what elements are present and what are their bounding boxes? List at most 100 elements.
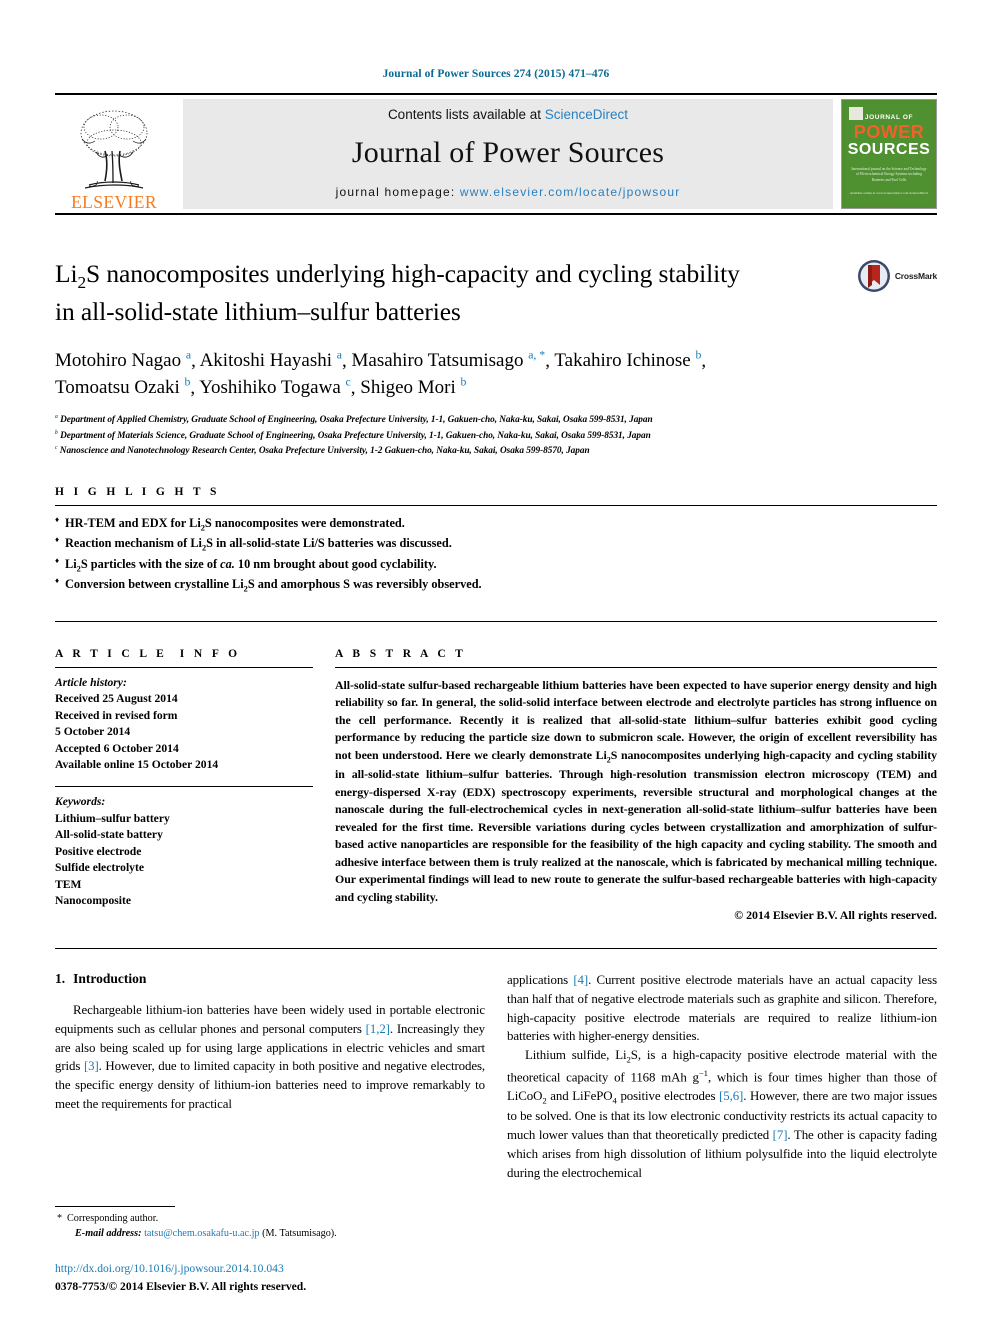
author-name: Tomoatsu Ozaki b bbox=[55, 376, 191, 399]
abstract-column: A B S T R A C T All-solid-state sulfur-b… bbox=[335, 648, 937, 923]
affiliation-item: c Nanoscience and Nanotechnology Researc… bbox=[55, 444, 937, 459]
cover-sources-text: SOURCES bbox=[847, 141, 931, 158]
doi-block: http://dx.doi.org/10.1016/j.jpowsour.201… bbox=[55, 1260, 475, 1295]
highlights-bottom-rule bbox=[55, 620, 937, 622]
author-list: Motohiro Nagao a, Akitoshi Hayashi a, Ma… bbox=[55, 348, 707, 399]
highlight-item: Li2S particles with the size of ca. 10 n… bbox=[55, 555, 937, 575]
author-name: Shigeo Mori b bbox=[360, 376, 467, 399]
corresponding-author-text: Corresponding author. bbox=[67, 1212, 159, 1224]
citation-ref[interactable]: [4] bbox=[573, 973, 588, 987]
journal-cover-thumbnail: JOURNAL OF POWER SOURCES International j… bbox=[841, 99, 937, 209]
keywords-label: Keywords: bbox=[55, 795, 106, 809]
elsevier-tree-icon bbox=[80, 110, 148, 189]
article-history-label: Article history: bbox=[55, 675, 127, 689]
email-label: E-mail address: bbox=[75, 1227, 142, 1239]
contents-prefix: Contents lists available at bbox=[387, 107, 545, 122]
affiliation-mark: c bbox=[55, 444, 58, 451]
history-item: Received 25 August 2014 bbox=[55, 692, 178, 706]
section-title: Introduction bbox=[73, 971, 147, 986]
author-name: Motohiro Nagao a bbox=[55, 348, 192, 372]
affiliation-item: b Department of Materials Science, Gradu… bbox=[55, 429, 937, 444]
abstract-text: All-solid-state sulfur-based rechargeabl… bbox=[335, 677, 937, 904]
history-item: 5 October 2014 bbox=[55, 725, 131, 739]
email-note: E-mail address: tatsu@chem.osakafu-u.ac.… bbox=[55, 1226, 475, 1241]
footnote-rule bbox=[55, 1205, 175, 1207]
cover-art: JOURNAL OF POWER SOURCES International j… bbox=[846, 104, 932, 204]
keyword-item: Sulfide electrolyte bbox=[55, 861, 144, 875]
highlight-item: Reaction mechanism of Li2S in all-solid-… bbox=[55, 534, 937, 554]
highlights-section: H I G H L I G H T S HR-TEM and EDX for L… bbox=[55, 486, 937, 596]
elsevier-wordmark: ELSEVIER bbox=[71, 191, 157, 212]
author-name: Masahiro Tatsumisago a, * bbox=[351, 348, 546, 372]
cover-journal-of-text: JOURNAL OF bbox=[864, 114, 914, 121]
highlights-label: H I G H L I G H T S bbox=[55, 485, 220, 498]
journal-masthead: ELSEVIER Contents lists available at Sci… bbox=[55, 95, 937, 213]
intro-paragraph-1-right: applications [4]. Current positive elect… bbox=[507, 973, 937, 1044]
affiliation-mark: a bbox=[55, 414, 58, 421]
affiliation-item: a Department of Applied Chemistry, Gradu… bbox=[55, 413, 937, 428]
citation-ref[interactable]: [5,6] bbox=[719, 1089, 743, 1103]
journal-title-box: Contents lists available at ScienceDirec… bbox=[183, 99, 833, 209]
keyword-item: All-solid-state battery bbox=[55, 828, 163, 842]
journal-homepage-line: journal homepage: www.elsevier.com/locat… bbox=[336, 185, 681, 199]
affiliation-text: Department of Applied Chemistry, Graduat… bbox=[60, 415, 653, 426]
article-history: Article history: Received 25 August 2014… bbox=[55, 668, 313, 774]
article-info-label: A R T I C L E I N F O bbox=[55, 647, 241, 660]
cover-footer-text: Available online at www.sciencedirect.co… bbox=[849, 190, 929, 195]
author-name: Yoshihiko Togawa c bbox=[199, 376, 351, 399]
body-column-right: applications [4]. Current positive elect… bbox=[507, 971, 937, 1183]
title-block: Li2S nanocomposites underlying high-capa… bbox=[55, 257, 937, 328]
highlights-list: HR-TEM and EDX for Li2S nanocomposites w… bbox=[55, 514, 937, 596]
crossmark-icon bbox=[857, 260, 890, 292]
sciencedirect-link[interactable]: ScienceDirect bbox=[545, 107, 628, 122]
doi-link[interactable]: http://dx.doi.org/10.1016/j.jpowsour.201… bbox=[55, 1260, 475, 1277]
keywords-block: Keywords: Lithium–sulfur battery All-sol… bbox=[55, 787, 313, 909]
corresponding-author-note: * Corresponding author. bbox=[55, 1211, 475, 1226]
masthead-bottom-rule bbox=[55, 213, 937, 215]
author-name: Takahiro Ichinose b bbox=[554, 348, 702, 372]
intro-paragraph-2: Lithium sulfide, Li2S, is a high-capacit… bbox=[507, 1048, 938, 1180]
history-item: Accepted 6 October 2014 bbox=[55, 741, 179, 755]
affiliation-list: a Department of Applied Chemistry, Gradu… bbox=[55, 413, 937, 458]
elsevier-logo: ELSEVIER bbox=[55, 95, 173, 213]
affiliation-text: Department of Materials Science, Graduat… bbox=[60, 430, 651, 441]
title-line-1: Li2S nanocomposites underlying high-capa… bbox=[55, 259, 740, 293]
contents-available-line: Contents lists available at ScienceDirec… bbox=[388, 107, 628, 122]
keyword-item: TEM bbox=[55, 877, 82, 891]
cover-subtitle-text: International journal on the Science and… bbox=[851, 167, 927, 182]
history-item: Received in revised form bbox=[55, 708, 178, 722]
keyword-item: Positive electrode bbox=[55, 844, 142, 858]
crossmark-label: CrossMark bbox=[894, 271, 937, 281]
info-abstract-row: A R T I C L E I N F O Article history: R… bbox=[55, 648, 937, 923]
asterisk-icon: * bbox=[57, 1212, 63, 1224]
email-owner: (M. Tatsumisago). bbox=[262, 1227, 337, 1239]
article-info-column: A R T I C L E I N F O Article history: R… bbox=[55, 648, 313, 923]
citation-ref[interactable]: [3] bbox=[84, 1059, 99, 1073]
intro-paragraph-1-left: Rechargeable lithium-ion batteries have … bbox=[55, 1003, 486, 1112]
body-column-left: 1. Introduction Rechargeable lithium-ion … bbox=[55, 971, 485, 1183]
page-footnote-area: * Corresponding author. E-mail address: … bbox=[55, 1205, 475, 1295]
crossmark-badge[interactable]: CrossMark bbox=[857, 259, 937, 293]
keyword-item: Nanocomposite bbox=[55, 894, 131, 908]
page-title: Li2S nanocomposites underlying high-capa… bbox=[55, 257, 815, 328]
homepage-prefix: journal homepage: bbox=[335, 185, 460, 199]
homepage-url-link[interactable]: www.elsevier.com/locate/jpowsour bbox=[460, 185, 680, 199]
citation-ref[interactable]: [1,2] bbox=[366, 1022, 390, 1036]
abstract-copyright: © 2014 Elsevier B.V. All rights reserved… bbox=[734, 908, 937, 922]
title-line-2: in all-solid-state lithium–sulfur batter… bbox=[55, 296, 461, 326]
cover-elsevier-mark-icon bbox=[849, 107, 863, 120]
email-link[interactable]: tatsu@chem.osakafu-u.ac.jp bbox=[144, 1228, 259, 1239]
section-heading-introduction: 1. Introduction bbox=[55, 971, 485, 987]
affiliation-mark: b bbox=[55, 429, 58, 436]
keyword-item: Lithium–sulfur battery bbox=[55, 811, 170, 825]
journal-name: Journal of Power Sources bbox=[351, 136, 665, 169]
cover-power-text: POWER bbox=[853, 122, 925, 142]
citation-ref[interactable]: [7] bbox=[773, 1128, 788, 1142]
section-number: 1. bbox=[55, 971, 66, 986]
highlight-item: Conversion between crystalline Li2S and … bbox=[55, 575, 937, 595]
history-item: Available online 15 October 2014 bbox=[55, 758, 219, 771]
highlights-rule bbox=[55, 504, 937, 506]
paper-page: Journal of Power Sources 274 (2015) 471–… bbox=[0, 0, 992, 1323]
body-columns: 1. Introduction Rechargeable lithium-ion … bbox=[55, 971, 937, 1183]
running-head: Journal of Power Sources 274 (2015) 471–… bbox=[382, 68, 610, 80]
